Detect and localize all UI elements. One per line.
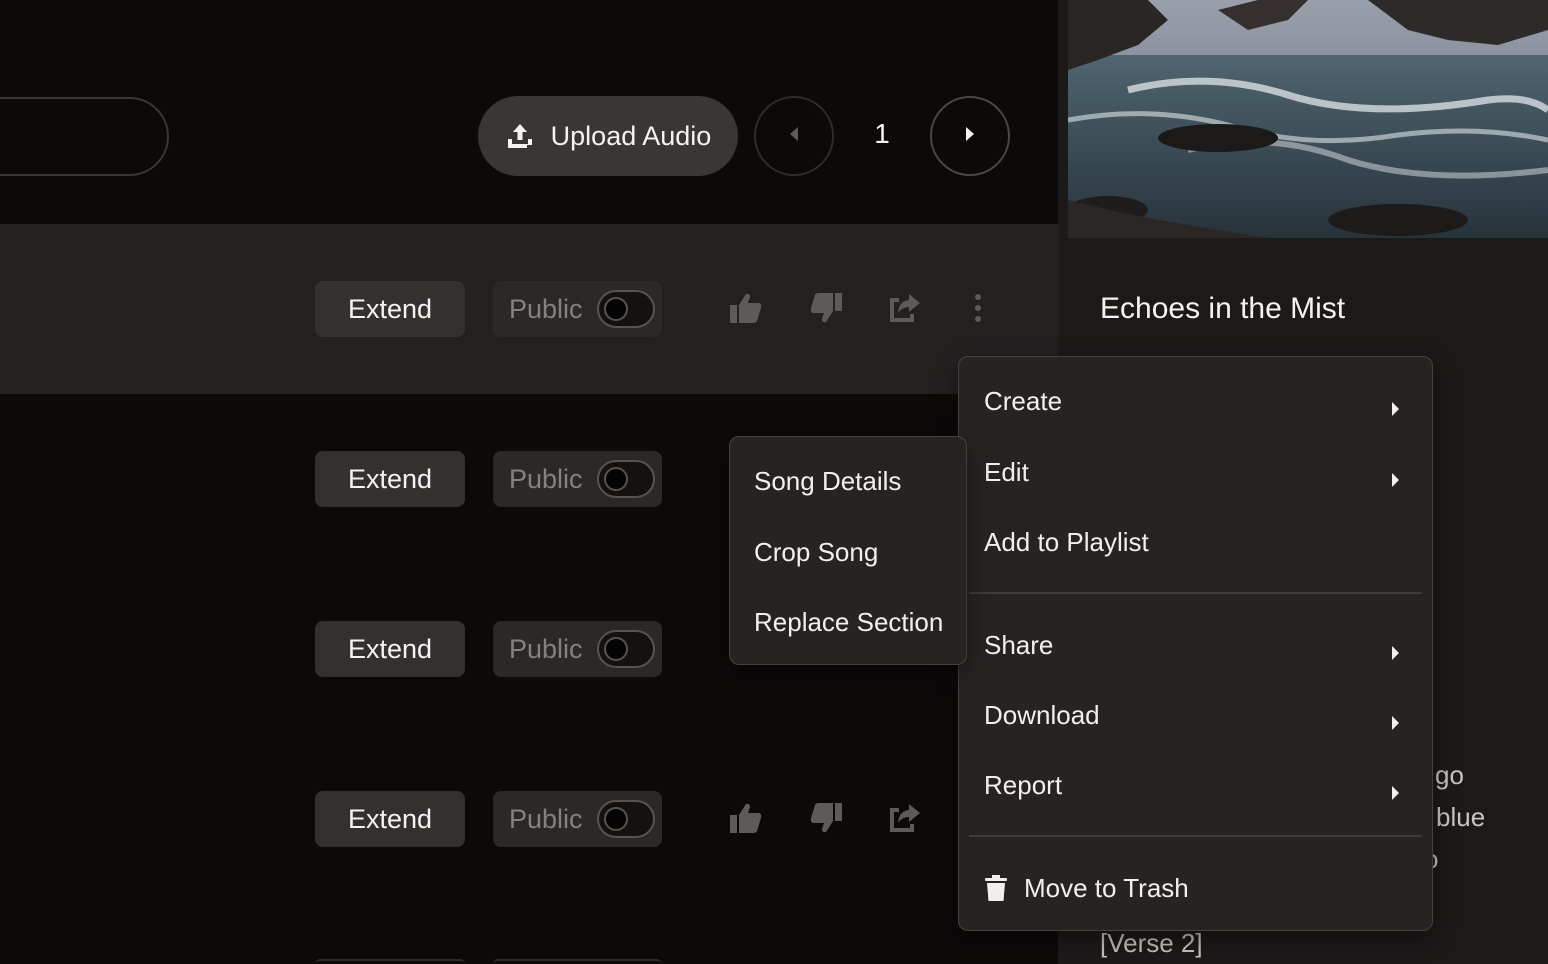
- share-icon: [887, 802, 923, 839]
- chevron-right-icon: [1390, 777, 1400, 808]
- menu-item-label: Report: [984, 769, 1063, 800]
- menu-item-label: Add to Playlist: [984, 526, 1149, 557]
- menu-item-label: Share: [984, 629, 1054, 660]
- toggle-switch[interactable]: [597, 290, 655, 328]
- menu-item-add-to-playlist[interactable]: Add to Playlist: [959, 512, 1432, 572]
- edit-submenu: Song Details Crop Song Replace Section: [729, 436, 967, 665]
- extend-button[interactable]: Extend: [315, 451, 465, 507]
- thumbs-down-icon: [808, 801, 844, 840]
- dislike-button[interactable]: [806, 800, 846, 840]
- like-button[interactable]: [726, 290, 766, 330]
- menu-item-report[interactable]: Report: [959, 755, 1432, 815]
- toggle-knob: [604, 467, 628, 491]
- more-vertical-icon: [974, 293, 982, 328]
- submenu-item-label: Song Details: [754, 465, 902, 496]
- submenu-item-crop-song[interactable]: Crop Song: [730, 522, 966, 582]
- search-input[interactable]: [0, 97, 169, 176]
- menu-divider: [969, 592, 1422, 594]
- menu-divider: [969, 835, 1422, 837]
- extend-button[interactable]: Extend: [315, 791, 465, 847]
- app-root: Upload Audio 1 Extend Public Extend Publ…: [0, 0, 1548, 964]
- menu-item-create[interactable]: Create: [959, 371, 1432, 431]
- more-options-button[interactable]: [958, 290, 998, 330]
- menu-item-edit[interactable]: Edit: [959, 442, 1432, 502]
- menu-item-download[interactable]: Download: [959, 685, 1432, 745]
- chevron-right-icon: [1390, 393, 1400, 424]
- toggle-knob: [604, 297, 628, 321]
- public-label: Public: [509, 463, 583, 494]
- public-label: Public: [509, 293, 583, 324]
- public-toggle[interactable]: Public: [493, 621, 662, 677]
- public-toggle[interactable]: Public: [493, 451, 662, 507]
- song-cover-image: [1068, 0, 1548, 238]
- dislike-button[interactable]: [806, 290, 846, 330]
- menu-item-label: Edit: [984, 456, 1029, 487]
- thumbs-up-icon: [728, 801, 764, 840]
- chevron-right-icon: [1390, 464, 1400, 495]
- like-button[interactable]: [726, 800, 766, 840]
- song-row[interactable]: Extend Public: [0, 734, 1058, 904]
- extend-button[interactable]: [315, 959, 465, 964]
- public-toggle[interactable]: Public: [493, 281, 662, 337]
- lyrics-section-label: [Verse 2]: [1100, 928, 1203, 958]
- submenu-item-label: Crop Song: [754, 536, 879, 567]
- triangle-right-icon: [964, 126, 976, 147]
- public-label: Public: [509, 633, 583, 664]
- song-context-menu: Create Edit Add to Playlist Share Downlo…: [958, 356, 1433, 931]
- toggle-switch[interactable]: [597, 460, 655, 498]
- extend-button[interactable]: Extend: [315, 621, 465, 677]
- toggle-knob: [604, 637, 628, 661]
- extend-button[interactable]: Extend: [315, 281, 465, 337]
- thumbs-up-icon: [728, 291, 764, 330]
- submenu-item-replace-section[interactable]: Replace Section: [730, 592, 966, 652]
- page-number: 1: [874, 118, 890, 149]
- share-icon: [887, 292, 923, 329]
- lyrics-line: blue: [1436, 802, 1486, 832]
- public-label: Public: [509, 803, 583, 834]
- upload-audio-label: Upload Audio: [550, 120, 712, 151]
- song-title: Echoes in the Mist: [1100, 292, 1346, 325]
- submenu-item-label: Replace Section: [754, 606, 944, 637]
- previous-page-button[interactable]: [754, 96, 834, 176]
- menu-item-label: Move to Trash: [1024, 872, 1189, 903]
- upload-audio-button[interactable]: Upload Audio: [478, 96, 738, 176]
- trash-icon: [984, 874, 1008, 902]
- public-toggle[interactable]: Public: [493, 791, 662, 847]
- toggle-knob: [604, 807, 628, 831]
- public-toggle[interactable]: [493, 959, 662, 964]
- submenu-item-song-details[interactable]: Song Details: [730, 451, 966, 511]
- toggle-switch[interactable]: [597, 630, 655, 668]
- toggle-switch[interactable]: [597, 800, 655, 838]
- menu-item-label: Create: [984, 385, 1063, 416]
- share-button[interactable]: [885, 290, 925, 330]
- triangle-left-icon: [788, 126, 800, 147]
- chevron-right-icon: [1390, 707, 1400, 738]
- chevron-right-icon: [1390, 637, 1400, 668]
- share-button[interactable]: [885, 800, 925, 840]
- menu-item-label: Download: [984, 699, 1100, 730]
- menu-item-share[interactable]: Share: [959, 615, 1432, 675]
- song-row[interactable]: Extend Public: [0, 224, 1058, 394]
- thumbs-down-icon: [808, 291, 844, 330]
- next-page-button[interactable]: [930, 96, 1010, 176]
- upload-icon: [505, 121, 535, 151]
- menu-item-move-to-trash[interactable]: Move to Trash: [959, 858, 1432, 918]
